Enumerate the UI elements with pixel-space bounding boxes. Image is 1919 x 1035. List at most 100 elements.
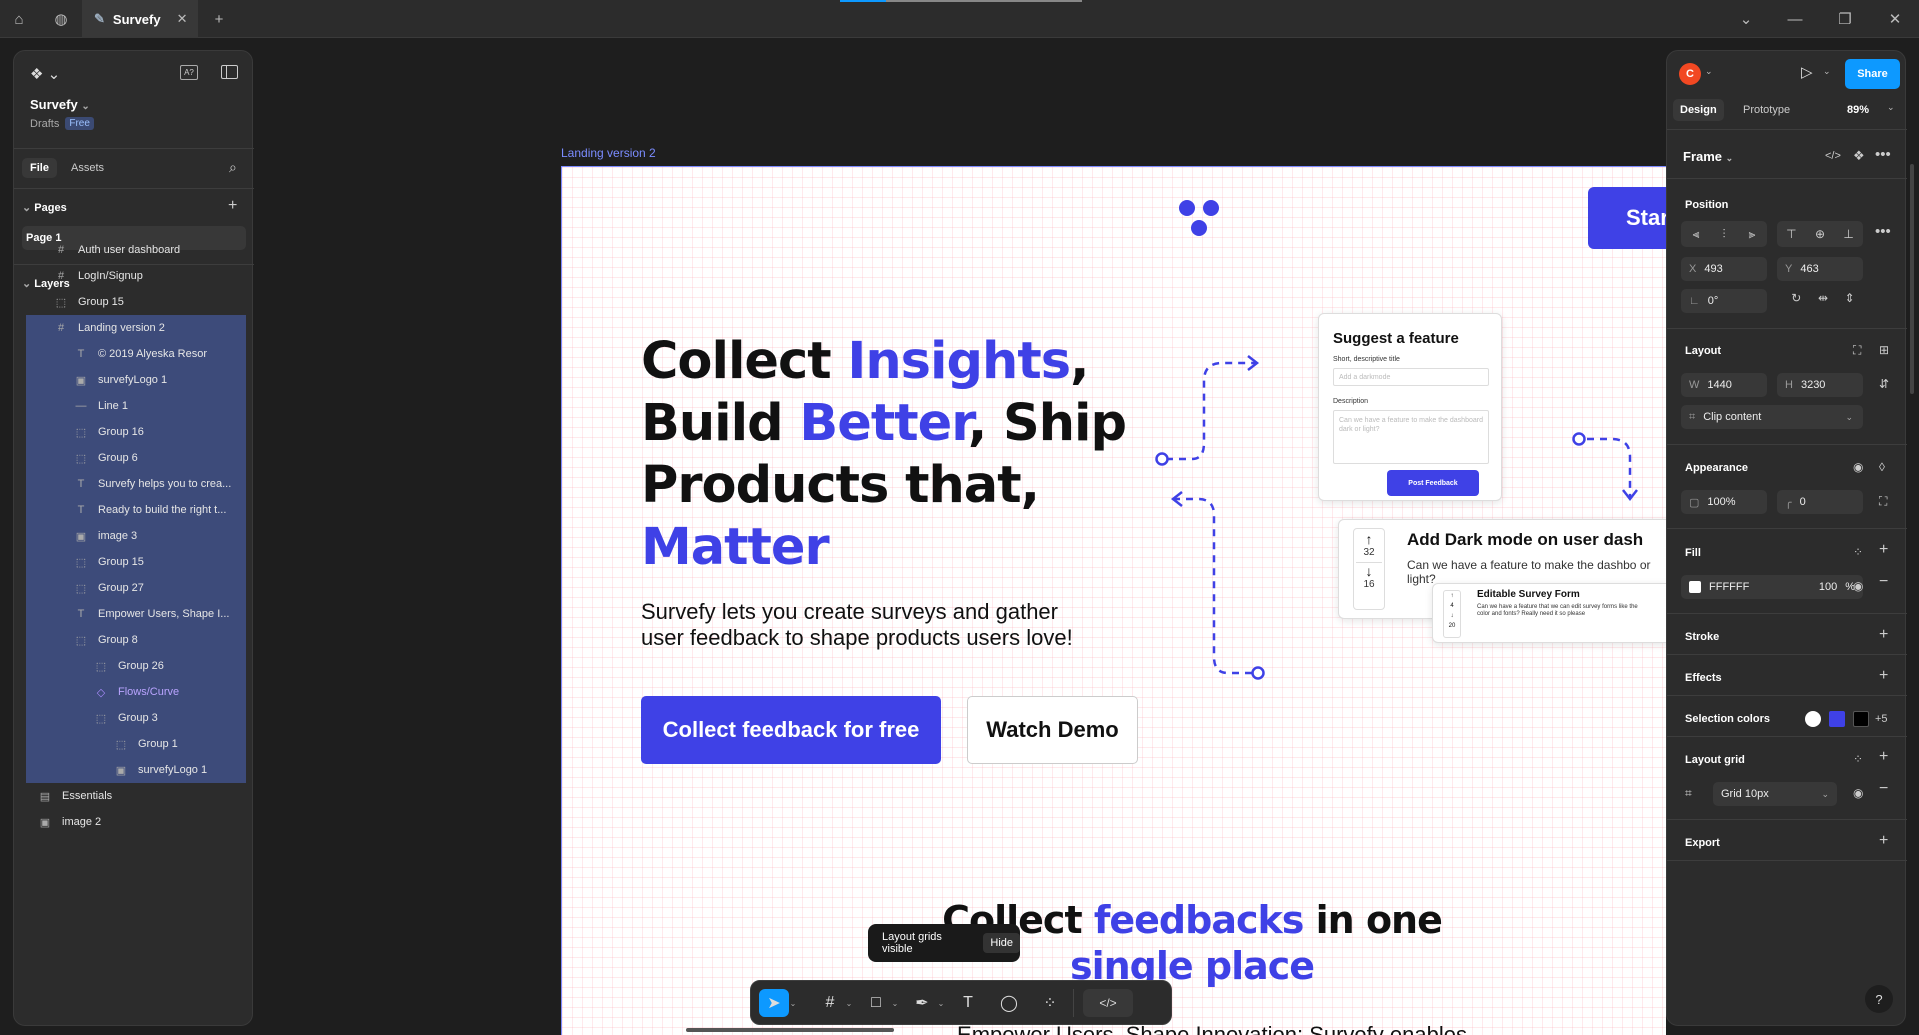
color-swatch-black[interactable] bbox=[1853, 711, 1869, 727]
flip-horizontal-icon[interactable]: ⇹ bbox=[1818, 291, 1828, 305]
layer-item[interactable]: ⬚ Group 16 bbox=[26, 419, 246, 445]
file-name[interactable]: Survefy ⌄ bbox=[30, 97, 90, 112]
add-effect-icon[interactable]: + bbox=[1879, 667, 1888, 685]
horizontal-scrollbar[interactable] bbox=[686, 1028, 894, 1032]
rotation-input[interactable]: ∟ 0° bbox=[1681, 289, 1767, 313]
pen-tool-icon[interactable]: ✒ bbox=[907, 989, 937, 1017]
layer-item[interactable]: ▣ survefyLogo 1 bbox=[26, 757, 246, 783]
layer-item[interactable]: T Survefy helps you to crea... bbox=[26, 471, 246, 497]
share-button[interactable]: Share bbox=[1845, 59, 1900, 89]
hide-grid-button[interactable]: Hide bbox=[983, 933, 1020, 953]
zoom-chevron-icon[interactable]: ⌄ bbox=[1887, 102, 1895, 113]
layer-item[interactable]: ◇ Flows/Curve bbox=[26, 679, 246, 705]
main-menu-icon[interactable]: ❖ ⌄ bbox=[30, 65, 60, 83]
layout-options-icon[interactable]: ⊞ bbox=[1879, 343, 1889, 357]
independent-corners-icon[interactable]: ⛶ bbox=[1879, 494, 1887, 509]
layer-item[interactable]: ▣ image 3 bbox=[26, 523, 246, 549]
color-swatch-white[interactable] bbox=[1805, 711, 1821, 727]
remove-fill-icon[interactable]: − bbox=[1879, 573, 1888, 591]
align-top-icon[interactable]: ⊤ bbox=[1786, 227, 1796, 241]
pen-options-icon[interactable]: ⌄ bbox=[935, 989, 947, 1017]
grid-visibility-eye-icon[interactable]: ◉ bbox=[1853, 786, 1863, 800]
auto-layout-icon[interactable]: ⛶ bbox=[1853, 343, 1861, 358]
fill-swatch[interactable] bbox=[1689, 581, 1701, 593]
present-options-icon[interactable]: ⌄ bbox=[1823, 66, 1831, 77]
tab-close-icon[interactable]: ✕ bbox=[177, 11, 188, 27]
fill-visibility-eye-icon[interactable]: ◉ bbox=[1853, 579, 1863, 593]
maximize-icon[interactable]: ❐ bbox=[1826, 0, 1864, 38]
frame-name-label[interactable]: Landing version 2 bbox=[561, 146, 656, 160]
landing-frame[interactable]: Star Collect Insights, Build Better, Shi… bbox=[561, 166, 1666, 1035]
watch-demo-button[interactable]: Watch Demo bbox=[967, 696, 1138, 764]
align-left-icon[interactable]: ⫷ bbox=[1693, 227, 1700, 242]
height-input[interactable]: H 3230 bbox=[1777, 373, 1863, 397]
font-icon[interactable]: A? bbox=[180, 65, 198, 80]
upvote-icon[interactable]: ↑ bbox=[1354, 531, 1384, 547]
chevron-down-icon[interactable]: ⌄ bbox=[1705, 66, 1713, 77]
globe-icon[interactable]: ◍ bbox=[42, 0, 80, 38]
layer-item[interactable]: ▤ Essentials bbox=[26, 783, 246, 809]
tab-survefy[interactable]: ✎ Survefy ✕ bbox=[82, 0, 198, 38]
layer-item[interactable]: ⬚ Group 1 bbox=[26, 731, 246, 757]
add-page-icon[interactable]: + bbox=[228, 197, 237, 215]
post-feedback-button[interactable]: Post Feedback bbox=[1387, 470, 1479, 496]
x-input[interactable]: X 493 bbox=[1681, 257, 1767, 281]
resources-tool-icon[interactable]: ⁘ bbox=[1035, 989, 1065, 1017]
description-input[interactable]: Can we have a feature to make the dashbo… bbox=[1333, 410, 1489, 464]
rectangle-tool-icon[interactable]: □ bbox=[861, 989, 891, 1017]
add-grid-icon[interactable]: + bbox=[1879, 748, 1888, 766]
more-options-icon[interactable]: ••• bbox=[1875, 146, 1891, 163]
collect-feedback-button[interactable]: Collect feedback for free bbox=[641, 696, 941, 764]
title-input[interactable]: Add a darkmode bbox=[1333, 368, 1489, 386]
add-export-icon[interactable]: + bbox=[1879, 832, 1888, 850]
layer-item[interactable]: ⬚ Group 27 bbox=[26, 575, 246, 601]
help-button[interactable]: ? bbox=[1865, 985, 1893, 1013]
avatar[interactable]: C bbox=[1679, 63, 1701, 85]
vertical-scrollbar[interactable] bbox=[1910, 164, 1914, 394]
layer-item[interactable]: ⬚ Group 3 bbox=[26, 705, 246, 731]
downvote-icon[interactable]: ↓ bbox=[1444, 611, 1460, 621]
add-stroke-icon[interactable]: + bbox=[1879, 626, 1888, 644]
color-swatch-blue[interactable] bbox=[1829, 711, 1845, 727]
tab-design[interactable]: Design bbox=[1673, 99, 1724, 121]
present-play-icon[interactable]: ▷ bbox=[1801, 63, 1813, 81]
layer-item[interactable]: ⬚ Group 6 bbox=[26, 445, 246, 471]
grid-styles-icon[interactable]: ⁘ bbox=[1853, 752, 1863, 766]
frame-tool-icon[interactable]: # bbox=[815, 989, 845, 1017]
align-middle-icon[interactable]: ⊕ bbox=[1815, 227, 1825, 241]
layer-item[interactable]: T Empower Users, Shape I... bbox=[26, 601, 246, 627]
move-tool-icon[interactable]: ➤ bbox=[759, 989, 789, 1017]
align-right-icon[interactable]: ⫸ bbox=[1749, 227, 1756, 242]
pages-header[interactable]: ⌄ Pages bbox=[22, 201, 67, 214]
layer-item[interactable]: ▣ image 2 bbox=[26, 809, 246, 835]
dev-mode-toggle-icon[interactable]: </> bbox=[1083, 989, 1133, 1017]
constrain-proportions-icon[interactable]: ⇵ bbox=[1879, 377, 1889, 391]
frame-options-icon[interactable]: ⌄ bbox=[843, 989, 855, 1017]
layer-item[interactable]: # LogIn/Signup bbox=[26, 263, 246, 289]
tab-file[interactable]: File bbox=[22, 158, 57, 178]
corner-radius-input[interactable]: ╭ 0 bbox=[1777, 490, 1863, 514]
add-fill-icon[interactable]: + bbox=[1879, 541, 1888, 559]
width-input[interactable]: W 1440 bbox=[1681, 373, 1767, 397]
component-icon[interactable]: ❖ bbox=[1853, 148, 1865, 164]
home-icon[interactable]: ⌂ bbox=[0, 0, 38, 38]
start-button[interactable]: Star bbox=[1588, 187, 1666, 249]
layer-item[interactable]: ▣ survefyLogo 1 bbox=[26, 367, 246, 393]
search-icon[interactable]: ⌕ bbox=[229, 159, 237, 176]
remove-grid-icon[interactable]: − bbox=[1879, 780, 1888, 798]
rotate-icon[interactable]: ↻ bbox=[1791, 291, 1801, 305]
layer-item[interactable]: ⬚ Group 8 bbox=[26, 627, 246, 653]
drafts-label[interactable]: Drafts bbox=[30, 118, 59, 130]
grid-select[interactable]: Grid 10px ⌄ bbox=[1713, 782, 1837, 806]
zoom-level[interactable]: 89% bbox=[1847, 104, 1869, 116]
code-icon[interactable]: </> bbox=[1825, 150, 1841, 162]
layer-item[interactable]: # Auth user dashboard bbox=[26, 237, 246, 263]
y-input[interactable]: Y 463 bbox=[1777, 257, 1863, 281]
align-center-h-icon[interactable]: ⫶ bbox=[1722, 227, 1725, 242]
styles-grid-icon[interactable]: ⁘ bbox=[1853, 545, 1863, 559]
layer-item[interactable]: — Line 1 bbox=[26, 393, 246, 419]
layer-item[interactable]: T Ready to build the right t... bbox=[26, 497, 246, 523]
upvote-icon[interactable]: ↑ bbox=[1444, 591, 1460, 601]
downvote-icon[interactable]: ↓ bbox=[1354, 563, 1384, 579]
shape-options-icon[interactable]: ⌄ bbox=[889, 989, 901, 1017]
